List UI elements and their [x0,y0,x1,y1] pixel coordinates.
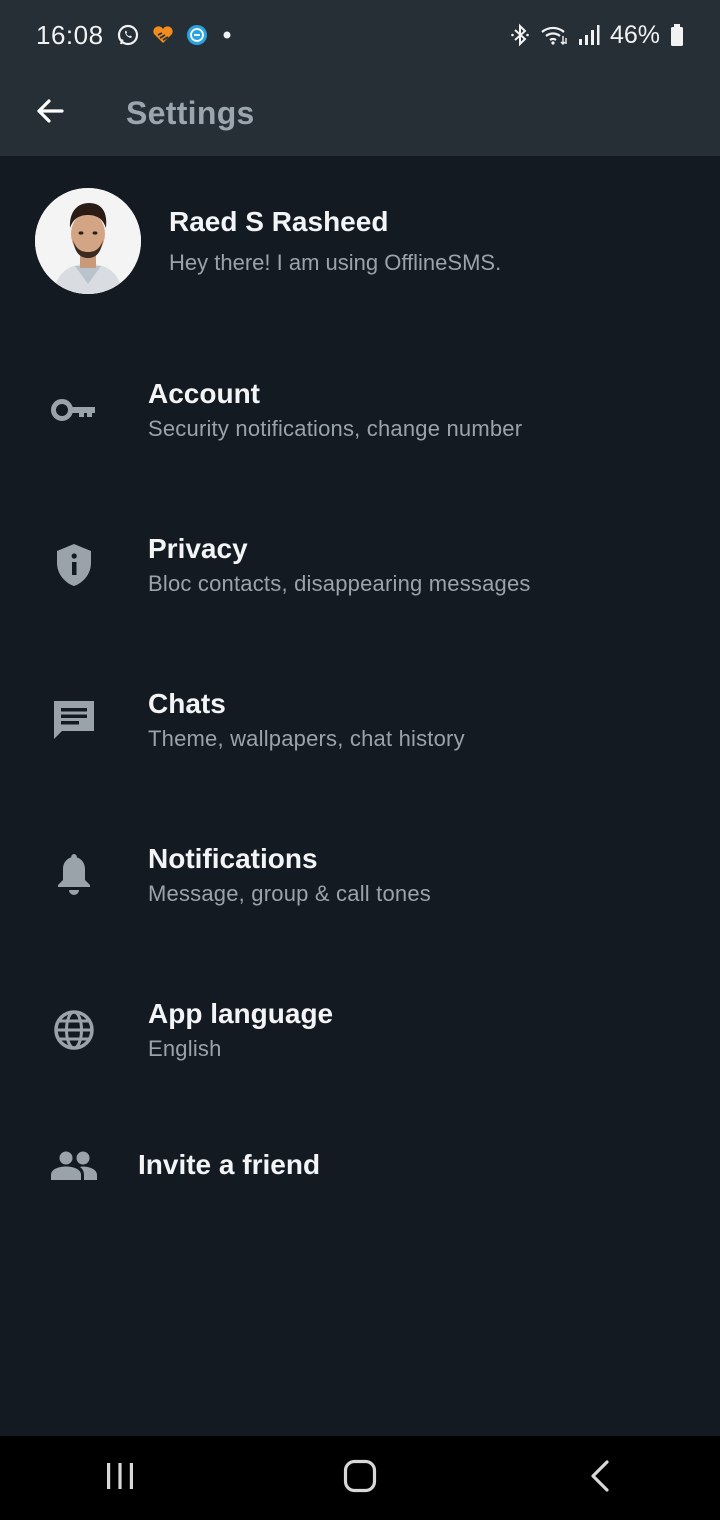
settings-item-title: App language [148,998,334,1029]
settings-item-chats[interactable]: Chats Theme, wallpapers, chat history [0,650,720,790]
profile-status: Hey there! I am using OfflineSMS. [169,250,502,275]
home-button[interactable] [300,1436,420,1520]
battery-percentage: 46% [609,20,660,49]
status-time: 16:08 [36,19,104,50]
settings-item-text: Chats Theme, wallpapers, chat history [148,688,465,752]
settings-item-title: Notifications [148,843,318,874]
settings-item-notifications[interactable]: Notifications Message, group & call tone… [0,805,720,945]
back-button[interactable] [0,70,100,156]
signal-icon [578,24,600,46]
settings-item-subtitle: Bloc contacts, disappearing messages [148,571,531,596]
status-right: 46% [510,21,684,50]
settings-item-text: Notifications Message, group & call tone… [148,843,431,907]
settings-item-invite[interactable]: Invite a friend [0,1095,720,1235]
app-heart-icon [152,25,174,45]
arrow-left-icon [34,95,66,132]
profile-row[interactable]: Raed S Rasheed Hey there! I am using Off… [0,156,720,326]
app-bar: Settings [0,70,720,156]
settings-item-subtitle: Security notifications, change number [148,416,523,441]
invite-friend-label: Invite a friend [138,1149,321,1180]
chat-icon [38,699,110,741]
settings-item-subtitle: Theme, wallpapers, chat history [148,726,465,751]
app-blue-icon [186,24,208,46]
navigation-bar [0,1436,720,1520]
settings-item-title: Privacy [148,533,248,564]
settings-item-subtitle: Message, group & call tones [148,881,431,906]
profile-name: Raed S Rasheed [169,206,389,237]
people-icon [38,1150,110,1180]
dot-icon [220,28,234,42]
status-left: 16:08 [36,20,234,51]
nav-back-button[interactable] [540,1436,660,1520]
recent-apps-icon [105,1461,135,1496]
settings-item-privacy[interactable]: Privacy Bloc contacts, disappearing mess… [0,495,720,635]
settings-item-text: App language English [148,998,333,1062]
home-icon [343,1459,377,1498]
settings-item-text: Account Security notifications, change n… [148,378,522,442]
settings-item-subtitle: English [148,1036,222,1061]
recent-apps-button[interactable] [60,1436,180,1520]
whatsapp-icon [116,23,140,47]
settings-item-text: Privacy Bloc contacts, disappearing mess… [148,533,531,597]
globe-icon [38,1009,110,1051]
wifi-icon [540,24,568,46]
settings-item-account[interactable]: Account Security notifications, change n… [0,340,720,480]
avatar[interactable] [35,188,141,294]
bluetooth-icon [510,23,530,47]
settings-item-title: Account [148,378,260,409]
status-bar: 16:08 46% [0,0,720,70]
page-title: Settings [126,94,255,131]
bell-icon [38,854,110,896]
battery-icon [670,23,684,47]
settings-item-app-language[interactable]: App language English [0,960,720,1100]
shield-icon [38,542,110,588]
settings-item-title: Chats [148,688,226,719]
chevron-left-icon [589,1459,611,1498]
profile-text: Raed S Rasheed Hey there! I am using Off… [169,206,501,276]
key-icon [38,397,110,423]
